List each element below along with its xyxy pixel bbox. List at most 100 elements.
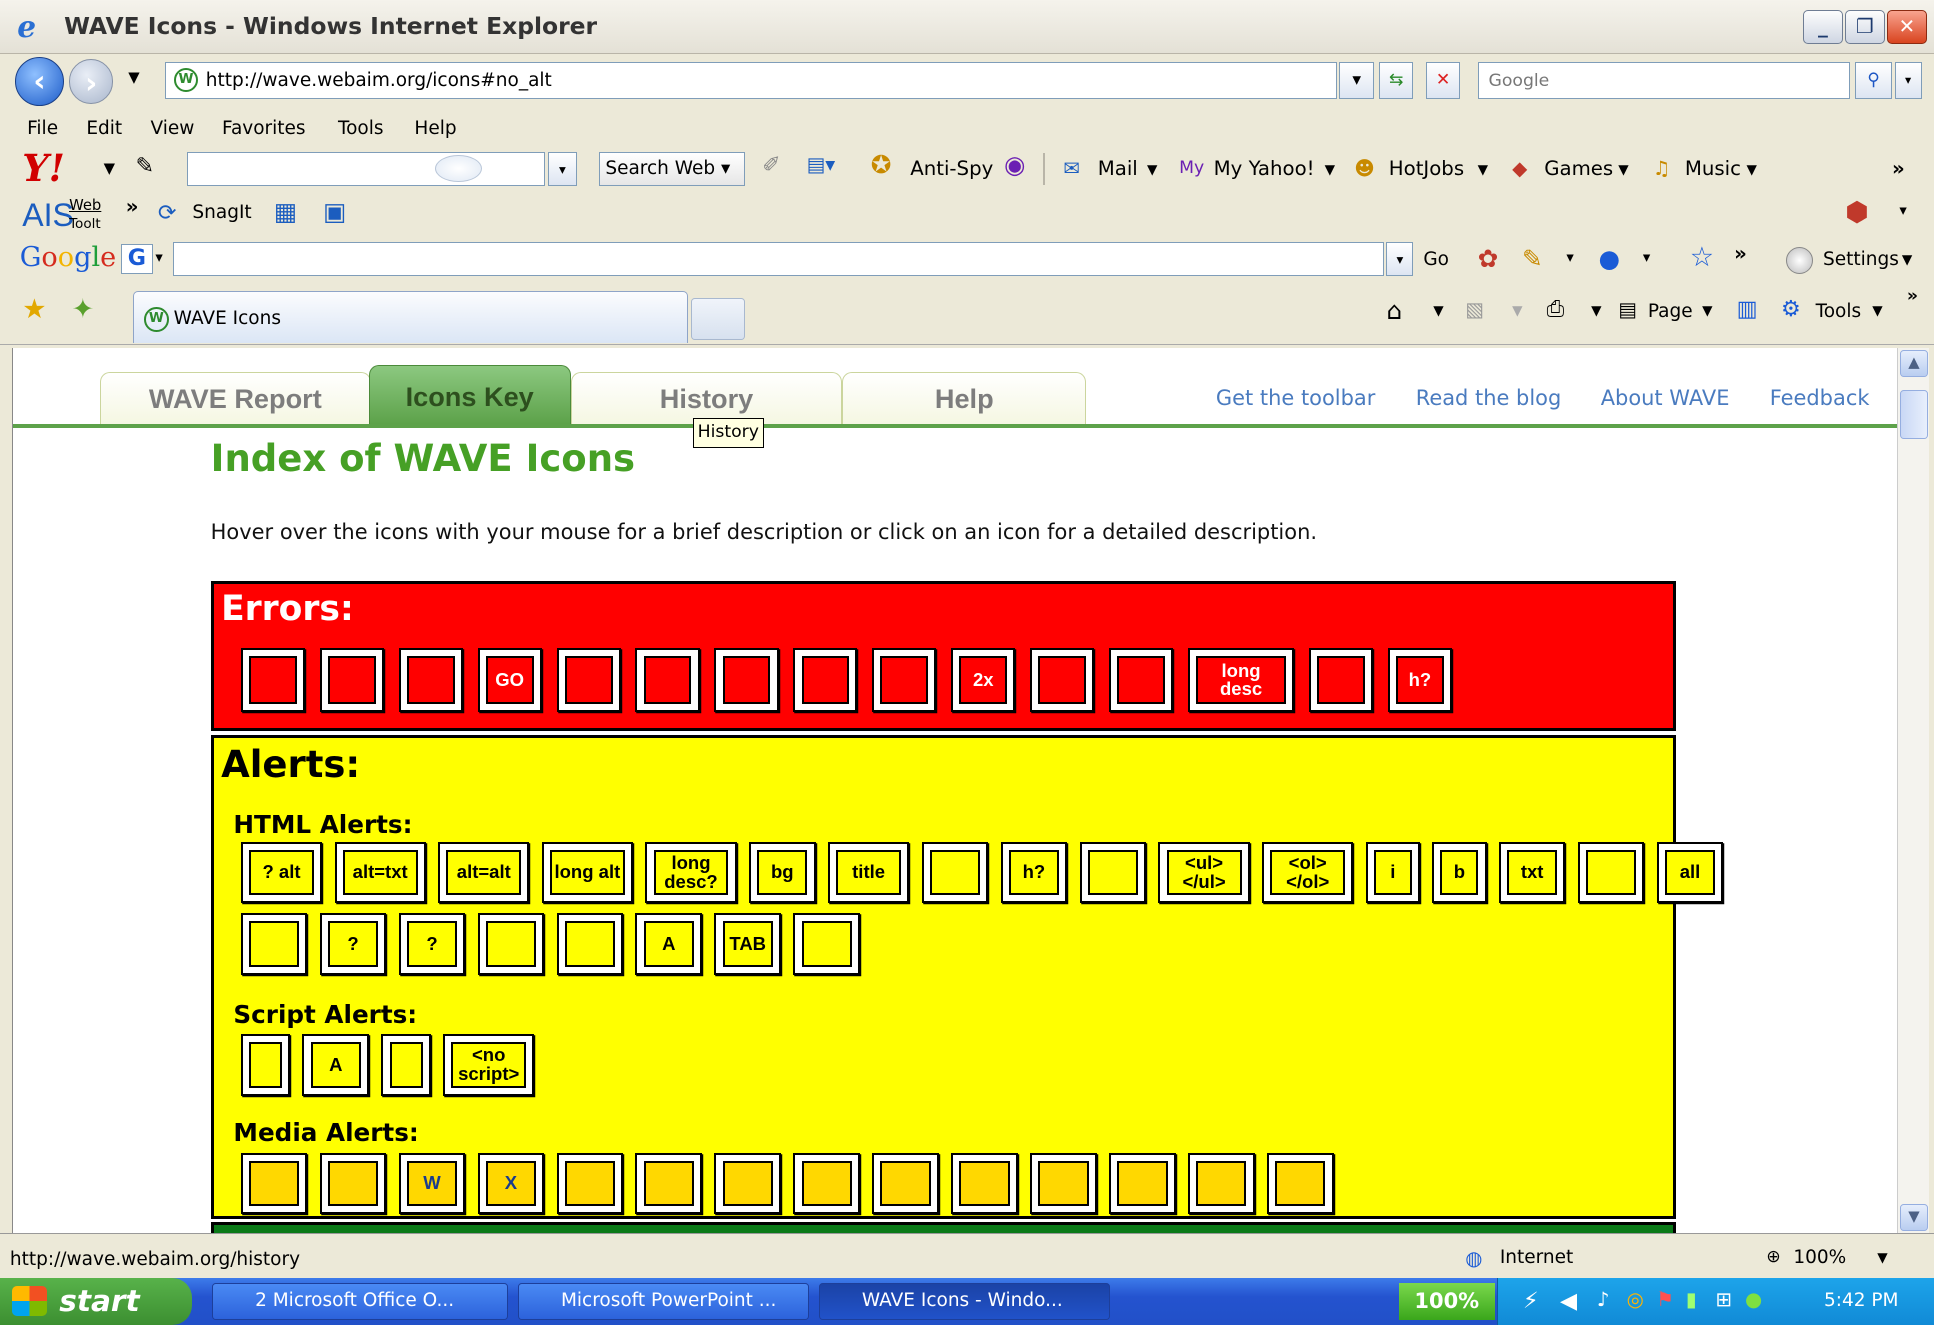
zoom-level[interactable]: 100%	[1793, 1247, 1846, 1268]
maximize-button[interactable]: ❐	[1845, 9, 1885, 45]
error-icon-1[interactable]	[319, 648, 384, 713]
menu-file[interactable]: File	[27, 118, 58, 139]
media-alert-icon-8[interactable]	[872, 1152, 939, 1215]
my-yahoo-label[interactable]: My Yahoo!	[1214, 157, 1315, 180]
headphones-icon[interactable]: ◉	[1004, 150, 1026, 179]
media-alert-icon-9[interactable]	[951, 1152, 1018, 1215]
forward-button[interactable]: ›	[69, 59, 114, 104]
media-alert-icon-1[interactable]	[319, 1152, 387, 1215]
my-yahoo-icon[interactable]: My	[1179, 158, 1204, 178]
network-tray-icon[interactable]: ▮	[1686, 1288, 1697, 1311]
html-alert-2-icon-2[interactable]: ?	[398, 913, 466, 975]
mail-label[interactable]: Mail	[1098, 157, 1138, 180]
script-alert-icon-1[interactable]: A	[302, 1034, 370, 1096]
media-alert-icon-2[interactable]: W	[398, 1152, 466, 1215]
media-alert-icon-0[interactable]	[240, 1152, 308, 1215]
html-alert-icon-0[interactable]: ? alt	[240, 841, 323, 904]
history-dropdown-icon[interactable]: ▼	[128, 69, 139, 86]
settings-icon[interactable]	[1785, 246, 1814, 274]
html-alert-icon-14[interactable]: txt	[1498, 841, 1566, 904]
hotjobs-icon[interactable]: ☻	[1354, 157, 1375, 180]
media-alert-icon-4[interactable]	[556, 1152, 624, 1215]
media-alert-icon-12[interactable]	[1188, 1152, 1255, 1215]
html-alert-2-icon-7[interactable]	[793, 913, 860, 975]
html-alert-icon-2[interactable]: alt=alt	[438, 841, 530, 904]
google-search-input[interactable]	[172, 241, 1384, 277]
scroll-down-icon[interactable]: ▼	[1900, 1203, 1928, 1231]
google-g-icon[interactable]: G	[120, 244, 153, 274]
page-icon[interactable]: ▤	[1618, 298, 1637, 321]
address-url[interactable]: http://wave.webaim.org/icons#no_alt	[206, 70, 552, 91]
yahoo-logo-icon[interactable]: Y!	[22, 146, 65, 190]
search-input[interactable]: Google	[1477, 61, 1851, 99]
print-icon[interactable]: ⎙	[1547, 296, 1565, 322]
tab-wave-icons[interactable]: W WAVE Icons	[133, 291, 689, 343]
yahoo-dropdown-icon[interactable]: ▼	[104, 160, 115, 177]
error-icon-8[interactable]	[872, 648, 937, 713]
search-icon[interactable]: ⚲	[1855, 61, 1893, 99]
back-button[interactable]: ‹	[14, 56, 65, 107]
yahoo-search-button[interactable]: Search Web ▾	[599, 151, 745, 187]
tray-expand-icon[interactable]: ◀	[1560, 1288, 1577, 1314]
hotjobs-dropdown-icon[interactable]: ▼	[1478, 162, 1488, 178]
script-alert-icon-2[interactable]	[381, 1034, 431, 1096]
menu-favorites[interactable]: Favorites	[222, 118, 306, 139]
menu-tools[interactable]: Tools	[338, 118, 384, 139]
html-alert-icon-5[interactable]: bg	[748, 841, 816, 904]
error-icon-4[interactable]	[556, 648, 621, 713]
window-icon[interactable]: ▤▾	[807, 153, 836, 176]
snagit-icon[interactable]: ⟳	[158, 200, 177, 226]
page-button[interactable]: Page	[1648, 301, 1693, 322]
error-icon-12[interactable]: long desc	[1188, 648, 1295, 713]
popup-blocker-icon[interactable]: ✿	[1478, 244, 1499, 273]
games-label[interactable]: Games	[1544, 157, 1613, 180]
feeds-icon[interactable]: ▧	[1465, 298, 1484, 321]
feeds-dropdown-icon[interactable]: ▼	[1512, 303, 1522, 319]
html-alert-2-icon-3[interactable]	[477, 913, 545, 975]
capture-window-icon[interactable]: ▦	[274, 197, 297, 226]
google-chevron-icon[interactable]: »	[1734, 242, 1747, 265]
error-icon-13[interactable]	[1308, 648, 1374, 713]
html-alert-icon-12[interactable]: i	[1365, 841, 1420, 904]
error-icon-9[interactable]: 2x	[951, 648, 1016, 713]
tools-dropdown-icon[interactable]: ▼	[1872, 303, 1882, 319]
office-tray-icon[interactable]: ◎	[1627, 1288, 1644, 1311]
html-alert-icon-1[interactable]: alt=txt	[334, 841, 426, 904]
media-alert-icon-11[interactable]	[1109, 1152, 1176, 1215]
link-feedback[interactable]: Feedback	[1770, 386, 1870, 410]
ais-web-label[interactable]: Web	[69, 197, 101, 214]
ais-tool-label[interactable]: Toolt	[69, 216, 101, 232]
research-icon[interactable]: ▥	[1737, 296, 1758, 322]
snagit-label[interactable]: SnagIt	[192, 202, 251, 223]
media-alert-icon-3[interactable]: X	[477, 1152, 545, 1215]
ais-chevron-icon[interactable]: »	[126, 195, 139, 218]
task-powerpoint[interactable]: Microsoft PowerPoint ...	[518, 1282, 810, 1320]
battery-percent[interactable]: 100%	[1398, 1282, 1495, 1320]
menu-edit[interactable]: Edit	[86, 118, 122, 139]
error-icon-6[interactable]	[714, 648, 779, 713]
page-dropdown-icon[interactable]: ▼	[1702, 303, 1712, 319]
autofill-dropdown-icon[interactable]: ▾	[1566, 249, 1573, 266]
settings-button[interactable]: Settings	[1823, 249, 1899, 270]
home-dropdown-icon[interactable]: ▼	[1433, 303, 1443, 319]
search-options-icon[interactable]: ▾	[1894, 61, 1922, 99]
html-alert-2-icon-4[interactable]	[556, 913, 624, 975]
antispy-label[interactable]: Anti-Spy	[910, 157, 993, 180]
error-icon-2[interactable]	[398, 648, 463, 713]
address-dropdown-icon[interactable]: ▾	[1339, 61, 1374, 99]
google-go-button[interactable]: Go	[1423, 249, 1449, 270]
lan-tray-icon[interactable]: ⊞	[1715, 1288, 1732, 1311]
tab-history[interactable]: History	[570, 372, 843, 425]
music-dropdown-icon[interactable]: ▼	[1746, 162, 1756, 178]
media-alert-icon-7[interactable]	[793, 1152, 860, 1215]
html-alert-icon-6[interactable]: title	[827, 841, 910, 904]
tools-gear-icon[interactable]: ⚙	[1781, 296, 1801, 322]
media-alert-icon-10[interactable]	[1030, 1152, 1097, 1215]
new-tab-button[interactable]	[690, 298, 745, 341]
error-icon-11[interactable]	[1109, 648, 1174, 713]
mail-icon[interactable]: ✉	[1063, 157, 1080, 180]
power-plug-icon[interactable]: ⚡	[1523, 1288, 1539, 1314]
settings-dropdown-icon[interactable]: ▼	[1902, 252, 1912, 268]
add-favorites-icon[interactable]: ✦	[72, 294, 95, 325]
mail-dropdown-icon[interactable]: ▼	[1147, 162, 1157, 178]
